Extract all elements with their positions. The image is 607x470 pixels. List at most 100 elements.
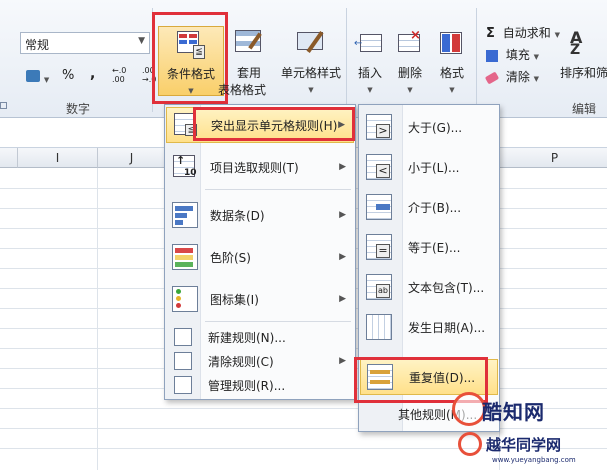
submenu-arrow-icon: ▶ [339, 162, 346, 172]
submenu-item-date-occurring[interactable]: 发生日期(A)... [360, 309, 498, 345]
menu-item-label: 介于(B)... [408, 200, 462, 215]
watermark-url: www.yueyangbang.com [492, 456, 576, 464]
delete-label: 删除 [397, 66, 422, 80]
menu-item-label: 图标集(I) [210, 292, 259, 307]
chevron-down-icon: ▼ [449, 86, 455, 94]
sigma-icon: Σ [486, 26, 495, 41]
menu-item-label: 等于(E)... [408, 240, 461, 255]
percent-button[interactable]: % [62, 68, 74, 83]
currency-button[interactable]: ▼ [26, 68, 52, 86]
between-icon [364, 192, 394, 222]
color-scales-icon [170, 242, 200, 272]
less-than-icon: < [364, 152, 394, 182]
menu-item-label: 文本包含(T)... [408, 280, 485, 295]
chevron-down-icon: ▼ [308, 86, 314, 94]
menu-item-label: 管理规则(R)... [208, 378, 286, 393]
insert-button[interactable]: ← 插入 ▼ [352, 26, 388, 96]
gridline [97, 168, 98, 470]
dialog-launcher-icon[interactable] [0, 102, 7, 109]
icon-sets-icon [170, 284, 200, 314]
column-header-label: P [550, 151, 559, 165]
increase-decimal-button[interactable]: ←.0 .00 [112, 66, 138, 86]
submenu-arrow-icon: ▶ [339, 210, 346, 220]
submenu-item-equal-to[interactable]: = 等于(E)... [360, 229, 498, 265]
format-cells-icon [436, 28, 468, 60]
chevron-down-icon: ▼ [43, 76, 50, 84]
menu-item-manage-rules[interactable]: 管理规则(R)... [166, 373, 354, 397]
ribbon: 常规 ▼ ▼ % , ←.0 .00 .00 →.0 数字 ≦ 条件格式 ▼ 套… [0, 0, 607, 118]
format-as-table-label-1: 套用 [236, 66, 261, 80]
sort-filter-label: 排序和筛 [560, 66, 607, 80]
equal-to-icon: = [364, 232, 394, 262]
autosum-button[interactable]: Σ 自动求和 ▼ [486, 24, 560, 41]
column-header-p[interactable]: P [500, 148, 607, 168]
format-as-table-label-2: 表格格式 [217, 83, 266, 97]
number-format-value: 常规 [25, 38, 50, 52]
data-bars-icon [170, 200, 200, 230]
new-rule-icon [174, 328, 192, 346]
watermark-logo: 酷知网 越华同学网 www.yueyangbang.com [452, 392, 607, 470]
watermark-brand: 酷知网 [482, 400, 545, 424]
manage-rules-icon [174, 376, 192, 394]
menu-separator [205, 321, 351, 322]
menu-item-label: 清除规则(C) [208, 354, 274, 369]
submenu-item-text-contains[interactable]: ab 文本包含(T)... [360, 269, 498, 305]
fill-label: 填充 [505, 48, 530, 62]
submenu-arrow-icon: ▶ [339, 294, 346, 304]
cell-styles-label: 单元格样式 [280, 66, 341, 80]
autosum-label: 自动求和 [502, 26, 551, 40]
menu-item-label: 项目选取规则(T) [210, 160, 299, 175]
column-header-i[interactable]: I [18, 148, 98, 168]
format-button[interactable]: 格式 ▼ [432, 26, 472, 96]
date-occurring-icon [364, 312, 394, 342]
menu-item-label: 发生日期(A)... [408, 320, 486, 335]
column-header-label: I [55, 151, 60, 165]
greater-than-icon: > [364, 112, 394, 142]
column-header-j[interactable]: J [98, 148, 166, 168]
cell-styles-button[interactable]: 单元格样式 ▼ [276, 26, 346, 96]
submenu-item-greater-than[interactable]: > 大于(G)... [360, 109, 498, 145]
submenu-item-less-than[interactable]: < 小于(L)... [360, 149, 498, 185]
chevron-down-icon: ▼ [407, 86, 413, 94]
delete-cells-icon: × [394, 28, 426, 60]
menu-item-label: 色阶(S) [210, 250, 251, 265]
clear-rules-icon [174, 352, 192, 370]
watermark-sub-icon [458, 432, 482, 456]
chevron-down-icon: ▼ [533, 75, 540, 83]
comma-button[interactable]: , [90, 66, 95, 82]
menu-item-clear-rules[interactable]: 清除规则(C) ▶ [166, 349, 354, 373]
top-bottom-rules-icon: ↑ 10 [170, 152, 200, 182]
menu-item-top-bottom-rules[interactable]: ↑ 10 项目选取规则(T) ▶ [166, 149, 354, 185]
menu-item-color-scales[interactable]: 色阶(S) ▶ [166, 239, 354, 275]
clear-label: 清除 [505, 70, 530, 84]
chevron-down-icon: ▼ [367, 86, 373, 94]
submenu-arrow-icon: ▶ [339, 356, 346, 366]
currency-icon [26, 70, 40, 82]
format-as-table-button[interactable]: 套用 表格格式 [218, 26, 272, 97]
number-format-select[interactable]: 常规 ▼ [20, 32, 150, 54]
column-header-label: J [129, 151, 134, 165]
menu-item-label: 新建规则(N)... [208, 330, 286, 345]
fill-button[interactable]: 填充 ▼ [486, 46, 539, 63]
delete-button[interactable]: × 删除 ▼ [392, 26, 428, 96]
menu-separator [205, 189, 351, 190]
table-format-icon [233, 28, 265, 60]
cell-styles-icon [295, 28, 327, 60]
chevron-down-icon: ▼ [533, 53, 540, 61]
sort-filter-icon: A Z [570, 28, 583, 58]
menu-item-icon-sets[interactable]: 图标集(I) ▶ [166, 281, 354, 317]
edit-group-label: 编辑 [572, 102, 597, 116]
menu-item-new-rule[interactable]: 新建规则(N)... [166, 325, 354, 349]
divider [476, 8, 477, 112]
submenu-item-between[interactable]: 介于(B)... [360, 189, 498, 225]
insert-cells-icon: ← [354, 28, 386, 60]
sort-filter-button[interactable]: A Z 排序和筛 [560, 26, 607, 96]
corner-cell[interactable] [0, 148, 18, 168]
menu-item-data-bars[interactable]: 数据条(D) ▶ [166, 197, 354, 233]
divider [346, 8, 347, 112]
watermark-circle-icon [452, 392, 486, 426]
menu-item-label: 小于(L)... [408, 160, 460, 175]
fill-down-icon [486, 49, 498, 62]
clear-button[interactable]: 清除 ▼ [484, 68, 540, 85]
text-contains-icon: ab [364, 272, 394, 302]
